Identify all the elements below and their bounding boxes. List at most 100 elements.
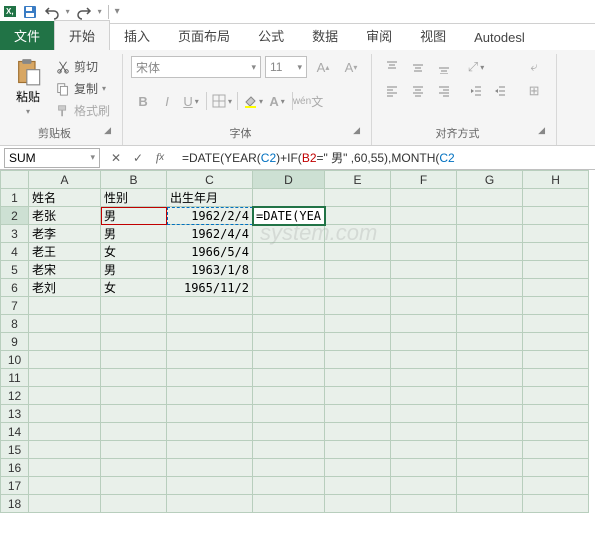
align-top-button[interactable] (380, 56, 404, 78)
cell[interactable] (101, 315, 167, 333)
cell[interactable] (391, 333, 457, 351)
cell[interactable]: 1965/11/2 (167, 279, 253, 297)
cell[interactable] (167, 405, 253, 423)
cell[interactable]: 出生年月 (167, 189, 253, 207)
cell[interactable] (253, 459, 325, 477)
cell[interactable] (457, 225, 523, 243)
name-box[interactable]: SUM▾ (4, 148, 100, 168)
cell[interactable] (523, 333, 589, 351)
cell[interactable] (457, 495, 523, 513)
col-header-A[interactable]: A (29, 171, 101, 189)
cell[interactable] (253, 423, 325, 441)
cell[interactable] (523, 297, 589, 315)
cell[interactable] (253, 333, 325, 351)
underline-button[interactable]: U (179, 90, 203, 112)
cell[interactable] (253, 279, 325, 297)
format-painter-button[interactable]: 格式刷 (52, 100, 114, 121)
cell[interactable] (457, 369, 523, 387)
cell[interactable] (457, 441, 523, 459)
cell[interactable] (391, 351, 457, 369)
cell[interactable] (325, 423, 391, 441)
cell[interactable]: 姓名 (29, 189, 101, 207)
cell[interactable] (457, 243, 523, 261)
cell[interactable] (523, 315, 589, 333)
tab-home[interactable]: 开始 (54, 20, 110, 50)
align-right-button[interactable] (432, 80, 456, 102)
cell[interactable] (101, 333, 167, 351)
paste-button[interactable]: 粘贴 ▾ (8, 56, 48, 118)
increase-indent-button[interactable] (488, 80, 512, 102)
undo-button[interactable] (44, 4, 60, 20)
cell[interactable] (523, 225, 589, 243)
align-middle-button[interactable] (406, 56, 430, 78)
tab-insert[interactable]: 插入 (110, 21, 164, 50)
cell[interactable] (523, 477, 589, 495)
cell[interactable] (457, 459, 523, 477)
cell[interactable]: 老张 (29, 207, 101, 225)
font-color-button[interactable]: A (265, 90, 289, 112)
cell[interactable]: 男 (101, 225, 167, 243)
decrease-indent-button[interactable] (464, 80, 488, 102)
cell[interactable] (523, 279, 589, 297)
cell[interactable] (167, 333, 253, 351)
cell[interactable] (391, 315, 457, 333)
cell[interactable] (457, 477, 523, 495)
cell[interactable] (457, 297, 523, 315)
cell[interactable] (29, 333, 101, 351)
qat-customize[interactable]: ▾ (115, 6, 120, 17)
cell[interactable] (523, 387, 589, 405)
row-header[interactable]: 1 (1, 189, 29, 207)
cell[interactable] (523, 423, 589, 441)
cell[interactable] (101, 459, 167, 477)
cell[interactable] (253, 261, 325, 279)
font-launcher[interactable]: ◢ (350, 125, 363, 136)
cell[interactable] (29, 315, 101, 333)
cell[interactable] (391, 423, 457, 441)
cell[interactable] (457, 261, 523, 279)
cell[interactable] (391, 405, 457, 423)
tab-data[interactable]: 数据 (298, 21, 352, 50)
cell[interactable] (167, 369, 253, 387)
tab-review[interactable]: 审阅 (352, 21, 406, 50)
bold-button[interactable]: B (131, 90, 155, 112)
cell[interactable] (523, 261, 589, 279)
cell[interactable] (457, 315, 523, 333)
cell[interactable]: 老王 (29, 243, 101, 261)
col-header-F[interactable]: F (391, 171, 457, 189)
cell[interactable] (29, 369, 101, 387)
cell[interactable]: 老李 (29, 225, 101, 243)
cell[interactable]: 1966/5/4 (167, 243, 253, 261)
tab-autodesk[interactable]: Autodesl (460, 25, 539, 50)
cut-button[interactable]: 剪切 (52, 56, 114, 77)
col-header-G[interactable]: G (457, 171, 523, 189)
row-header[interactable]: 3 (1, 225, 29, 243)
cell[interactable] (101, 387, 167, 405)
cell[interactable]: 1962/2/4 (167, 207, 253, 225)
cell[interactable] (325, 225, 391, 243)
cell[interactable]: 1963/1/8 (167, 261, 253, 279)
row-header[interactable]: 15 (1, 441, 29, 459)
cell[interactable] (101, 369, 167, 387)
clipboard-launcher[interactable]: ◢ (101, 125, 114, 136)
cell[interactable] (457, 279, 523, 297)
tab-file[interactable]: 文件 (0, 21, 54, 50)
cell[interactable] (457, 387, 523, 405)
cell[interactable] (391, 495, 457, 513)
row-header[interactable]: 9 (1, 333, 29, 351)
cell[interactable] (391, 207, 457, 225)
merge-button[interactable]: ⊞ (520, 80, 548, 102)
cell[interactable] (101, 405, 167, 423)
cell[interactable] (523, 369, 589, 387)
font-size-combo[interactable]: 11▾ (265, 56, 307, 78)
col-header-C[interactable]: C (167, 171, 253, 189)
cell[interactable] (523, 495, 589, 513)
cell[interactable] (325, 387, 391, 405)
row-header[interactable]: 16 (1, 459, 29, 477)
borders-button[interactable] (210, 90, 234, 112)
cell[interactable] (457, 405, 523, 423)
cell[interactable] (29, 459, 101, 477)
select-all-corner[interactable] (1, 171, 29, 189)
cell[interactable] (457, 189, 523, 207)
italic-button[interactable]: I (155, 90, 179, 112)
save-button[interactable] (22, 4, 38, 20)
